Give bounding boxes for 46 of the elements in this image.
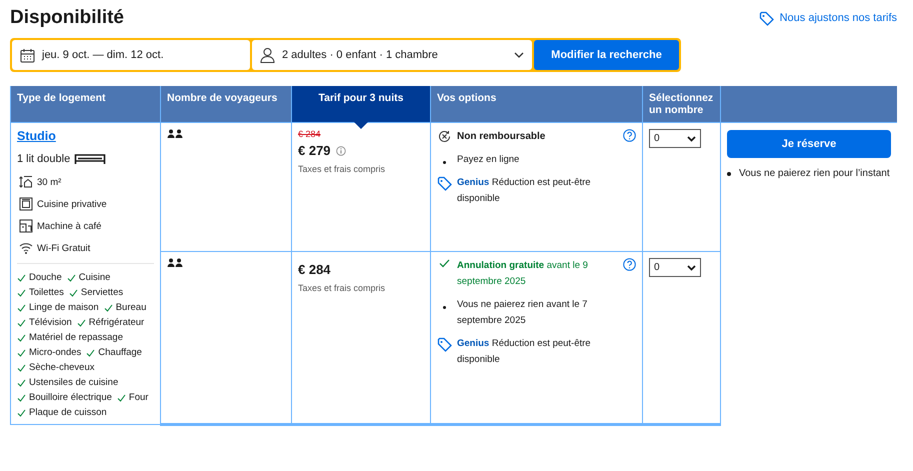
amenity-text: Matériel de repassage — [29, 332, 123, 343]
column-header: Type de logement — [10, 86, 160, 122]
option-text: Genius Réduction est peut-être disponible — [457, 337, 592, 368]
column-header: Vos options — [430, 86, 642, 122]
bed-text: 1 lit double — [17, 153, 70, 165]
quantity-select[interactable]: 0 — [649, 129, 701, 148]
option-text: Payez en ligne — [457, 153, 520, 167]
amenity-text: Sèche-cheveux — [29, 362, 94, 373]
price-text: € 279 — [298, 143, 331, 158]
option-text: Genius Réduction est peut-être disponible — [457, 176, 592, 206]
amenity-text: Plaque de cuisson — [29, 407, 107, 418]
facility-text: Wi-Fi Gratuit — [37, 242, 90, 254]
facility-text: Machine à café — [37, 220, 102, 232]
facility-text: 30 m² — [37, 176, 62, 188]
old-price: € 284 — [298, 129, 322, 139]
option-text: Non remboursable — [457, 130, 546, 144]
amenity-text: Réfrigérateur — [88, 317, 144, 328]
amenity-text: Toilettes — [29, 287, 64, 298]
column-header: Sélectionnez un nombre — [642, 86, 720, 122]
amenity-text: Chauffage — [98, 347, 142, 358]
amenity-text: Télévision — [29, 317, 72, 328]
pricing-link[interactable]: Nous ajustons nos tarifs — [758, 10, 897, 26]
amenity-text: Ustensiles de cuisine — [29, 377, 118, 388]
amenity-text: Bouilloire électrique — [29, 392, 112, 403]
search-button[interactable]: Modifier la recherche — [534, 40, 679, 70]
reserve-button[interactable]: Je réserve — [727, 130, 891, 158]
room-link[interactable]: Studio — [17, 129, 56, 143]
amenity-text: Four — [128, 392, 148, 403]
taxes-note: Taxes et frais compris — [298, 283, 386, 294]
payment-note: Vous ne paierez rien pour l’instant — [739, 167, 890, 181]
facility-text: Cuisine privative — [37, 198, 107, 210]
amenity-text: Linge de maison — [29, 302, 99, 313]
price-text: € 284 — [298, 262, 331, 278]
amenity-text: Micro-ondes — [29, 347, 82, 358]
amenity-text: Cuisine — [78, 272, 110, 283]
page-title: Disponibilité — [10, 7, 124, 29]
quantity-select[interactable]: 0 — [649, 258, 701, 278]
option-text: Annulation gratuite avant le 9 septembre 2025 — [457, 259, 589, 290]
amenity-text: Douche — [29, 272, 62, 283]
column-header: Nombre de voyageurs — [160, 86, 292, 122]
taxes-note: Taxes et frais compris — [298, 164, 386, 174]
date-field[interactable]: jeu. 9 oct. — dim. 12 oct. — [12, 40, 250, 70]
amenity-text: Serviettes — [80, 287, 124, 298]
guests-dropdown[interactable]: 2 adultes · 0 enfant · 1 chambre — [252, 40, 532, 70]
option-text: Vous ne paierez rien avant le 7 septembre 2025 — [457, 298, 588, 328]
amenity-text: Bureau — [116, 302, 146, 313]
